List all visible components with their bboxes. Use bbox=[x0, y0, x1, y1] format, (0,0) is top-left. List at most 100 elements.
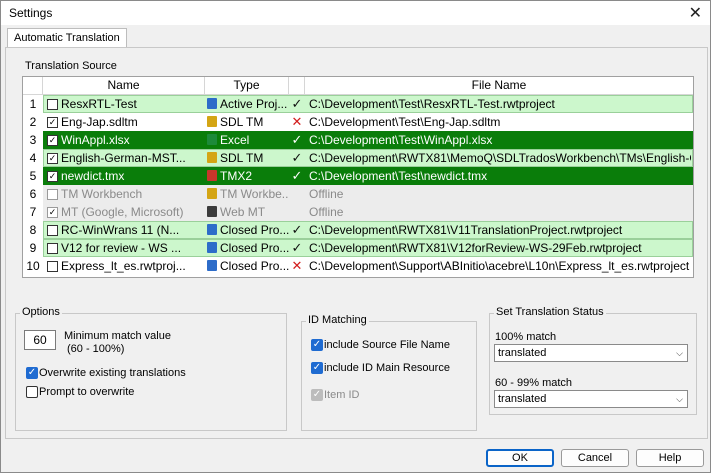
item-id-label: Item ID bbox=[324, 389, 360, 401]
row-enable-checkbox[interactable]: ✓ bbox=[47, 153, 58, 164]
match-60-select[interactable]: translated ⌵ bbox=[494, 390, 688, 408]
row-file-name: C:\Development\RWTX81\V12forReview-WS-29… bbox=[309, 241, 642, 255]
window-title: Settings bbox=[9, 6, 53, 20]
row-number: 7 bbox=[23, 203, 43, 221]
row-number: 4 bbox=[23, 149, 43, 167]
chevron-down-icon: ⌵ bbox=[676, 348, 683, 358]
row-type-cell: Closed Pro... bbox=[207, 257, 289, 275]
row-name: TM Workbench bbox=[61, 187, 143, 201]
status-check-icon: ✓ bbox=[291, 168, 303, 183]
table-row[interactable]: 9 V12 for review - WS ... Closed Pro... ✓ C:… bbox=[23, 239, 693, 257]
id-matching-group: ID Matching bbox=[301, 314, 477, 431]
row-number: 5 bbox=[23, 167, 43, 185]
match-60-value: translated bbox=[498, 393, 547, 405]
excel-icon bbox=[207, 134, 217, 145]
column-header-type[interactable]: Type bbox=[205, 77, 289, 95]
status-error-icon: ✕ bbox=[291, 114, 303, 129]
tm-icon bbox=[207, 188, 217, 199]
column-header-status bbox=[289, 77, 305, 95]
min-match-input[interactable]: 60 bbox=[24, 330, 56, 350]
row-number-header bbox=[23, 77, 43, 95]
row-enable-checkbox[interactable] bbox=[47, 243, 58, 254]
row-type-cell: Active Proj... bbox=[207, 95, 289, 113]
row-type: Web MT bbox=[220, 205, 266, 219]
row-type-cell: Excel bbox=[207, 131, 289, 149]
tab-automatic-translation[interactable]: Automatic Translation bbox=[7, 28, 127, 48]
cancel-button[interactable]: Cancel bbox=[561, 449, 629, 467]
project-icon bbox=[207, 98, 217, 109]
item-id-checkbox[interactable]: ✓ bbox=[311, 389, 323, 401]
column-header-file-name[interactable]: File Name bbox=[305, 77, 693, 95]
min-match-label: Minimum match value bbox=[64, 330, 171, 342]
table-row[interactable]: 7 ✓ MT (Google, Microsoft) Web MT Offline bbox=[23, 203, 693, 221]
min-match-range: (60 - 100%) bbox=[67, 343, 125, 355]
row-number: 3 bbox=[23, 131, 43, 149]
id-matching-label: ID Matching bbox=[306, 314, 369, 326]
table-row[interactable]: 10 Express_lt_es.rwtproj... Closed Pro... ✕… bbox=[23, 257, 693, 275]
row-type: Active Proj... bbox=[220, 97, 288, 111]
row-type: Closed Pro... bbox=[220, 241, 289, 255]
overwrite-checkbox[interactable]: ✓ bbox=[26, 367, 38, 379]
table-row[interactable]: 2 ✓ Eng-Jap.sdltm SDL TM ✕ C:\Development\Tes… bbox=[23, 113, 693, 131]
table-row[interactable]: 1 ResxRTL-Test Active Proj... ✓ C:\Developme… bbox=[23, 95, 693, 113]
row-name: WinAppl.xlsx bbox=[61, 133, 130, 147]
row-name: Eng-Jap.sdltm bbox=[61, 115, 138, 129]
tmx-icon bbox=[207, 170, 217, 181]
prompt-checkbox[interactable] bbox=[26, 386, 38, 398]
row-type-cell: Closed Pro... bbox=[207, 239, 289, 257]
row-file-name: C:\Development\Test\newdict.tmx bbox=[309, 169, 488, 183]
row-enable-checkbox[interactable] bbox=[47, 225, 58, 236]
row-enable-checkbox[interactable]: ✓ bbox=[47, 117, 58, 128]
row-name: Express_lt_es.rwtproj... bbox=[61, 259, 186, 273]
row-number: 6 bbox=[23, 185, 43, 203]
column-header-name[interactable]: Name bbox=[43, 77, 205, 95]
row-number: 9 bbox=[23, 239, 43, 257]
row-type: TMX2 bbox=[220, 169, 253, 183]
table-row[interactable]: 8 RC-WinWrans 11 (N... Closed Pro... ✓ C:\De… bbox=[23, 221, 693, 239]
status-check-icon: ✓ bbox=[291, 222, 303, 237]
close-icon[interactable]: ✕ bbox=[689, 3, 702, 23]
options-label: Options bbox=[20, 306, 62, 318]
ok-button[interactable]: OK bbox=[486, 449, 554, 467]
row-file-name: C:\Development\Test\Eng-Jap.sdltm bbox=[309, 115, 501, 129]
tm-icon bbox=[207, 116, 217, 127]
main-resource-label: include ID Main Resource bbox=[324, 362, 450, 374]
row-enable-checkbox[interactable] bbox=[47, 99, 58, 110]
match-100-select[interactable]: translated ⌵ bbox=[494, 344, 688, 362]
table-row[interactable]: 4 ✓ English-German-MST... SDL TM ✓ C:\Develop… bbox=[23, 149, 693, 167]
help-button[interactable]: Help bbox=[636, 449, 704, 467]
set-status-label: Set Translation Status bbox=[494, 306, 606, 318]
row-name: ResxRTL-Test bbox=[61, 97, 137, 111]
table-row[interactable]: 6 TM Workbench TM Workbe... Offline bbox=[23, 185, 693, 203]
translation-source-label: Translation Source bbox=[25, 60, 117, 72]
status-check-icon: ✓ bbox=[291, 150, 303, 165]
row-name: MT (Google, Microsoft) bbox=[61, 205, 184, 219]
main-resource-checkbox[interactable]: ✓ bbox=[311, 362, 323, 374]
row-number: 1 bbox=[23, 95, 43, 113]
row-type-cell: TMX2 bbox=[207, 167, 289, 185]
row-file-name: C:\Development\Support\ABInitio\acebre\L… bbox=[309, 259, 690, 273]
row-enable-checkbox[interactable] bbox=[47, 261, 58, 272]
status-check-icon: ✓ bbox=[291, 96, 303, 111]
translation-source-grid: Name Type File Name 1 ResxRTL-Test Active … bbox=[22, 76, 694, 278]
row-file-name: Offline bbox=[309, 187, 344, 201]
source-file-label: include Source File Name bbox=[324, 339, 450, 351]
row-enable-checkbox[interactable] bbox=[47, 189, 58, 200]
row-type: TM Workbe... bbox=[220, 187, 289, 201]
row-enable-checkbox[interactable]: ✓ bbox=[47, 135, 58, 146]
table-row[interactable]: 3 ✓ WinAppl.xlsx Excel ✓ C:\Development\Test\… bbox=[23, 131, 693, 149]
row-type-cell: SDL TM bbox=[207, 149, 289, 167]
row-name: English-German-MST... bbox=[61, 151, 186, 165]
match-100-label: 100% match bbox=[495, 331, 557, 343]
row-file-name: C:\Development\RWTX81\V11TranslationProj… bbox=[309, 223, 623, 237]
row-type-cell: SDL TM bbox=[207, 113, 289, 131]
row-enable-checkbox[interactable]: ✓ bbox=[47, 207, 58, 218]
row-number: 2 bbox=[23, 113, 43, 131]
row-enable-checkbox[interactable]: ✓ bbox=[47, 171, 58, 182]
chevron-down-icon: ⌵ bbox=[676, 394, 683, 404]
source-file-checkbox[interactable]: ✓ bbox=[311, 339, 323, 351]
table-row[interactable]: 5 ✓ newdict.tmx TMX2 ✓ C:\Development\Test\ne… bbox=[23, 167, 693, 185]
web-mt-icon bbox=[207, 206, 217, 217]
title-bar: Settings ✕ bbox=[1, 1, 710, 25]
status-check-icon: ✓ bbox=[291, 240, 303, 255]
